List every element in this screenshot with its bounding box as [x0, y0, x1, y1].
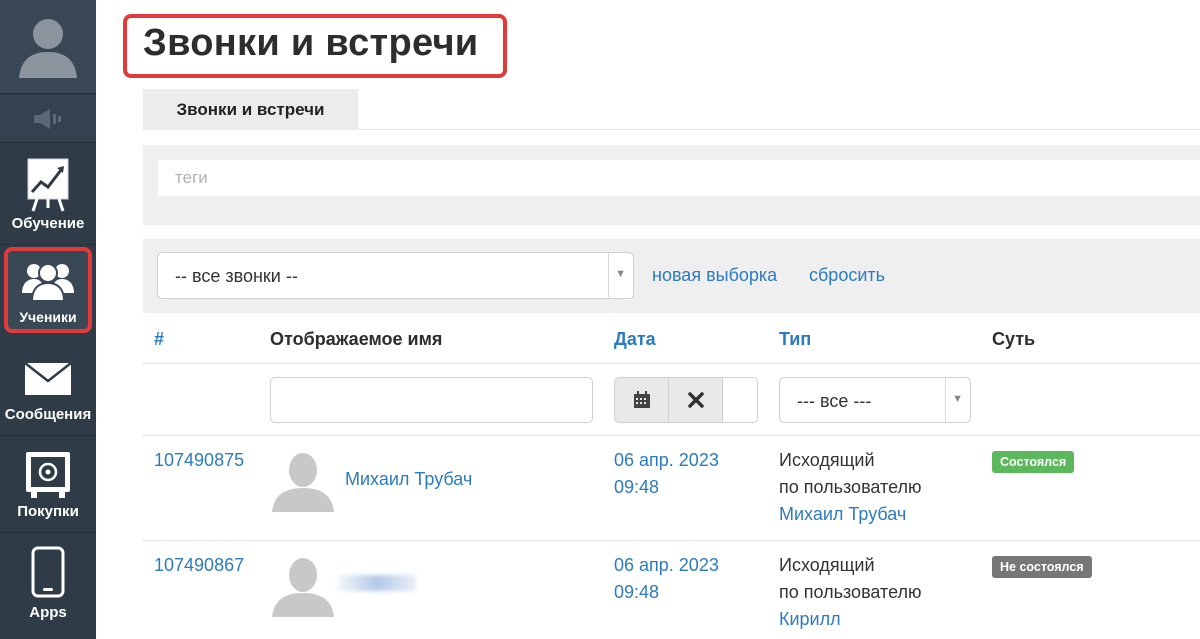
row-type-user-link[interactable]: Кирилл	[779, 606, 841, 633]
row-time: 09:48	[614, 582, 660, 602]
type-filter-select[interactable]: --- все --- ▼	[779, 377, 971, 423]
column-header-type[interactable]: Тип	[779, 329, 811, 350]
column-header-date[interactable]: Дата	[614, 329, 656, 350]
sidebar-item-students[interactable]: Ученики	[4, 247, 92, 333]
sidebar-item-purchases[interactable]: Покупки	[0, 437, 96, 533]
avatar-icon	[19, 19, 77, 78]
status-badge: Состоялся	[992, 451, 1075, 473]
row-id-link[interactable]: 107490875	[154, 447, 244, 474]
row-type-user-link[interactable]: Михаил Трубач	[779, 501, 906, 528]
sidebar-item-apps[interactable]: Apps	[0, 534, 96, 639]
users-icon	[22, 263, 74, 301]
header-divider	[143, 363, 1200, 364]
sidebar-item-label: Apps	[29, 604, 67, 621]
row-id-link[interactable]: 107490867	[154, 552, 244, 579]
reset-link[interactable]: сбросить	[809, 265, 885, 286]
sidebar-item-label: Сообщения	[4, 406, 92, 423]
sidebar-item-label: Ученики	[19, 309, 77, 325]
column-header-id[interactable]: #	[154, 329, 164, 350]
select-divider	[945, 378, 946, 422]
name-filter-input[interactable]	[270, 377, 593, 423]
sidebar-item-messages[interactable]: Сообщения	[0, 340, 96, 436]
row-type: Исходящий	[779, 555, 875, 575]
speaker-icon	[34, 109, 61, 129]
page-title: Звонки и встречи	[143, 22, 479, 64]
sidebar-item-label: Покупки	[17, 503, 79, 520]
sidebar-item-label: Обучение	[11, 215, 85, 232]
person-avatar-icon	[272, 453, 334, 512]
blurred-user-name[interactable]	[338, 575, 416, 591]
select-value: -- все звонки --	[175, 266, 298, 286]
chart-board-icon	[27, 158, 69, 212]
row-type-by: по пользователю	[779, 582, 922, 602]
row-date: 06 апр. 2023	[614, 555, 719, 575]
user-avatar[interactable]	[0, 0, 96, 94]
clear-date-button[interactable]	[669, 378, 723, 422]
row-type-by: по пользователю	[779, 477, 922, 497]
user-name-link[interactable]: Михаил Трубач	[345, 466, 472, 493]
calendar-icon	[633, 391, 650, 408]
close-icon	[687, 392, 704, 408]
sound-toggle[interactable]	[0, 95, 96, 143]
calendar-button[interactable]	[615, 378, 669, 422]
column-header-essence: Суть	[992, 329, 1036, 349]
column-header-name: Отображаемое имя	[270, 329, 443, 349]
row-time: 09:48	[614, 477, 660, 497]
phone-icon	[31, 546, 65, 598]
chevron-down-icon: ▼	[952, 393, 963, 405]
row-type: Исходящий	[779, 450, 875, 470]
select-divider	[608, 253, 609, 298]
tab-calls-meetings[interactable]: Звонки и встречи	[143, 89, 358, 130]
status-badge: Не состоялся	[992, 556, 1092, 578]
person-avatar-icon	[272, 558, 334, 617]
sidebar: Обучение Ученики Сообщения Покупки Apps	[0, 0, 96, 639]
chevron-down-icon: ▼	[615, 268, 626, 280]
date-filter-group	[614, 377, 758, 423]
tags-input[interactable]	[158, 160, 1200, 196]
safe-icon	[26, 452, 70, 498]
filter-row-divider	[143, 435, 1200, 436]
new-selection-link[interactable]: новая выборка	[652, 265, 777, 286]
row-date: 06 апр. 2023	[614, 450, 719, 470]
envelope-icon	[24, 362, 72, 395]
select-value: --- все ---	[797, 391, 872, 411]
sidebar-item-learning[interactable]: Обучение	[0, 144, 96, 245]
row-divider	[143, 540, 1200, 541]
calls-filter-select[interactable]: -- все звонки -- ▼	[157, 252, 634, 299]
